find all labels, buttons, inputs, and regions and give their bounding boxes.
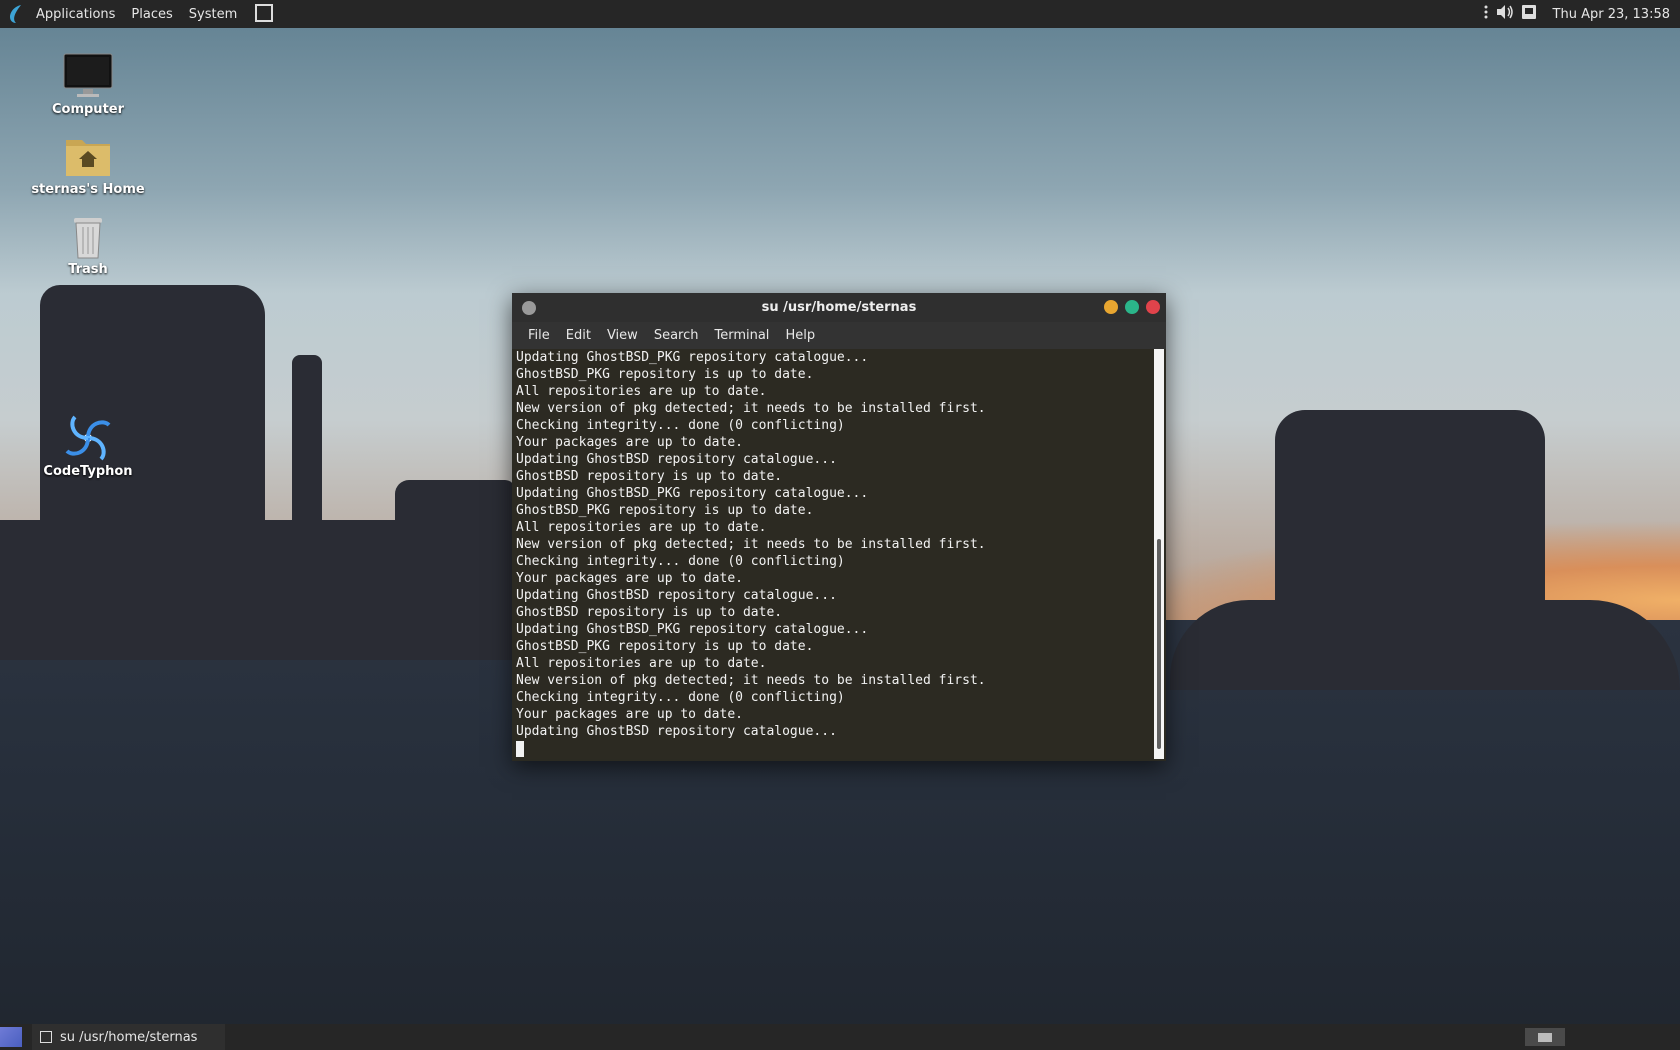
right-butte-base bbox=[1170, 600, 1680, 690]
desktop-icon-codetyphon[interactable]: CodeTyphon bbox=[18, 412, 158, 479]
monitor-icon bbox=[62, 50, 114, 102]
terminal-cursor bbox=[516, 741, 524, 757]
window-menu-button[interactable] bbox=[522, 301, 536, 315]
terminal-line: Updating GhostBSD repository catalogue..… bbox=[516, 724, 837, 739]
terminal-line: GhostBSD repository is up to date. bbox=[516, 605, 783, 620]
bottom-panel: su /usr/home/sternas bbox=[0, 1024, 1680, 1050]
more-icon[interactable] bbox=[1483, 4, 1489, 24]
middle-butte bbox=[395, 480, 515, 650]
menu-places[interactable]: Places bbox=[123, 7, 180, 22]
terminal-line: Updating GhostBSD_PKG repository catalog… bbox=[516, 486, 869, 501]
terminal-menubar: File Edit View Search Terminal Help bbox=[512, 322, 1166, 349]
menu-edit[interactable]: Edit bbox=[558, 328, 599, 343]
terminal-line: Checking integrity... done (0 conflictin… bbox=[516, 554, 845, 569]
show-desktop-icon[interactable] bbox=[0, 1027, 22, 1047]
menu-view[interactable]: View bbox=[599, 328, 646, 343]
minimize-button[interactable] bbox=[1104, 300, 1118, 314]
terminal-line: New version of pkg detected; it needs to… bbox=[516, 673, 986, 688]
terminal-output[interactable]: Updating GhostBSD_PKG repository catalog… bbox=[514, 349, 1156, 759]
clock[interactable]: Thu Apr 23, 13:58 bbox=[1553, 7, 1670, 22]
taskbar-item-label: su /usr/home/sternas bbox=[60, 1029, 198, 1045]
terminal-line: GhostBSD_PKG repository is up to date. bbox=[516, 367, 814, 382]
desktop-icon-home[interactable]: sternas's Home bbox=[18, 130, 158, 197]
menu-help[interactable]: Help bbox=[777, 328, 823, 343]
desktop-icon-label: Computer bbox=[51, 102, 125, 117]
volume-icon[interactable] bbox=[1495, 4, 1515, 24]
taskbar-item-terminal[interactable]: su /usr/home/sternas bbox=[32, 1024, 226, 1050]
menu-applications[interactable]: Applications bbox=[28, 7, 123, 22]
window-titlebar[interactable]: su /usr/home/sternas bbox=[512, 293, 1166, 322]
workspace-switcher-icon[interactable] bbox=[255, 4, 273, 22]
terminal-line: Checking integrity... done (0 conflictin… bbox=[516, 690, 845, 705]
notification-icon[interactable] bbox=[1521, 4, 1537, 24]
window-icon bbox=[40, 1031, 52, 1043]
right-butte bbox=[1275, 410, 1545, 630]
desktop-icon-computer[interactable]: Computer bbox=[18, 50, 158, 117]
terminal-line: Your packages are up to date. bbox=[516, 435, 743, 450]
menu-search[interactable]: Search bbox=[646, 328, 707, 343]
terminal-line: Updating GhostBSD_PKG repository catalog… bbox=[516, 622, 869, 637]
menu-system[interactable]: System bbox=[181, 7, 245, 22]
top-panel: Applications Places System Thu Apr 23, 1… bbox=[0, 0, 1680, 28]
terminal-line: All repositories are up to date. bbox=[516, 520, 767, 535]
menu-terminal[interactable]: Terminal bbox=[706, 328, 777, 343]
system-tray: Thu Apr 23, 13:58 bbox=[1483, 0, 1680, 28]
codetyphon-icon bbox=[62, 412, 114, 464]
home-folder-icon bbox=[62, 130, 114, 182]
terminal-line: Updating GhostBSD_PKG repository catalog… bbox=[516, 350, 869, 365]
workspace-pager[interactable] bbox=[1525, 1028, 1565, 1046]
workspace-thumbnail[interactable] bbox=[1538, 1032, 1552, 1042]
terminal-line: GhostBSD_PKG repository is up to date. bbox=[516, 639, 814, 654]
terminal-prompt-line bbox=[516, 740, 1156, 757]
trash-icon bbox=[62, 210, 114, 262]
scrollbar-thumb[interactable] bbox=[1157, 539, 1161, 749]
desktop-icon-label: Trash bbox=[68, 262, 108, 277]
terminal-line: New version of pkg detected; it needs to… bbox=[516, 537, 986, 552]
terminal-line: Updating GhostBSD repository catalogue..… bbox=[516, 588, 837, 603]
terminal-scrollbar[interactable] bbox=[1154, 349, 1164, 759]
terminal-line: Your packages are up to date. bbox=[516, 571, 743, 586]
close-button[interactable] bbox=[1146, 300, 1160, 314]
desktop-icon-trash[interactable]: Trash bbox=[18, 210, 158, 277]
maximize-button[interactable] bbox=[1125, 300, 1139, 314]
terminal-line: Checking integrity... done (0 conflictin… bbox=[516, 418, 845, 433]
desktop-icon-label: CodeTyphon bbox=[43, 464, 133, 479]
terminal-line: Your packages are up to date. bbox=[516, 707, 743, 722]
desktop-icon-label: sternas's Home bbox=[31, 182, 145, 197]
terminal-window[interactable]: su /usr/home/sternas File Edit View Sear… bbox=[512, 293, 1166, 761]
window-title: su /usr/home/sternas bbox=[761, 300, 917, 315]
ghostbsd-logo-icon[interactable] bbox=[4, 2, 28, 26]
terminal-line: GhostBSD_PKG repository is up to date. bbox=[516, 503, 814, 518]
terminal-line: Updating GhostBSD repository catalogue..… bbox=[516, 452, 837, 467]
menu-file[interactable]: File bbox=[520, 328, 558, 343]
terminal-line: New version of pkg detected; it needs to… bbox=[516, 401, 986, 416]
terminal-line: All repositories are up to date. bbox=[516, 384, 767, 399]
terminal-line: GhostBSD repository is up to date. bbox=[516, 469, 783, 484]
terminal-line: All repositories are up to date. bbox=[516, 656, 767, 671]
